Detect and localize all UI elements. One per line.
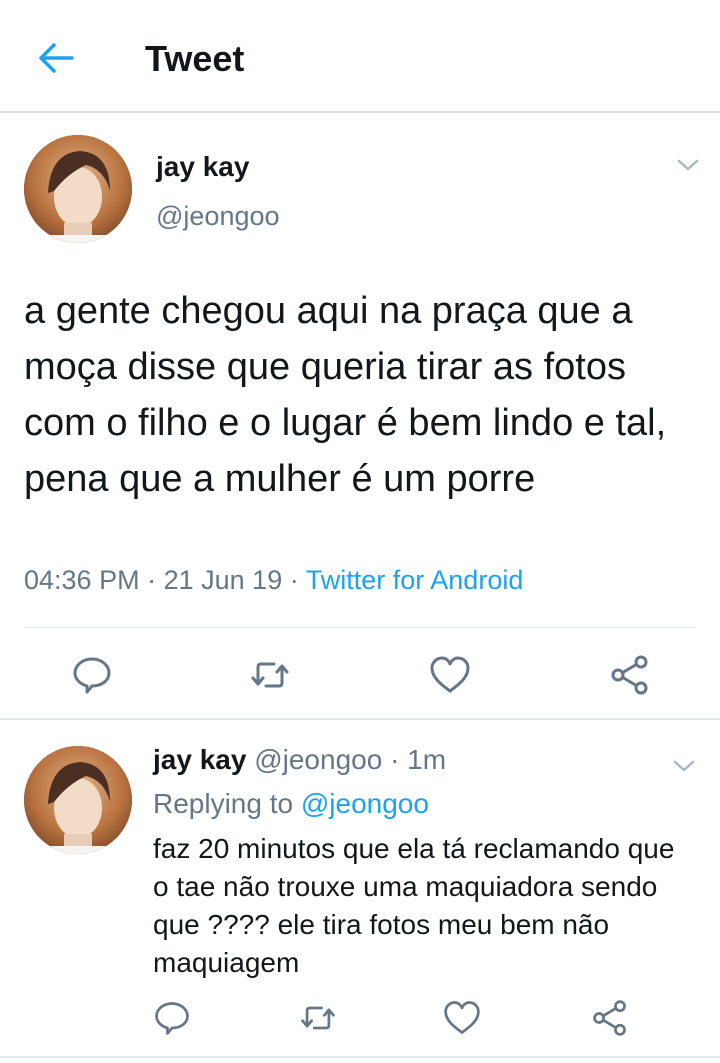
retweet-icon bbox=[301, 1006, 335, 1030]
reply-tweet[interactable]: jay kay @jeongoo · 1m Replying to @jeong… bbox=[0, 722, 720, 1058]
display-name[interactable]: jay kay bbox=[153, 744, 246, 775]
tweet-text: a gente chegou aqui na praça que a moça … bbox=[24, 290, 667, 500]
top-bar: Tweet bbox=[0, 0, 720, 113]
page-title: Tweet bbox=[145, 38, 245, 79]
reply-icon bbox=[73, 657, 111, 694]
retweet-icon bbox=[251, 662, 289, 688]
like-icon bbox=[430, 656, 470, 693]
tweet-time: 04:36 PM bbox=[24, 565, 140, 595]
tweet-source-link[interactable]: Twitter for Android bbox=[306, 565, 524, 595]
retweet-button[interactable] bbox=[298, 998, 338, 1038]
replying-to: Replying to @jeongoo bbox=[153, 788, 429, 820]
tweet-text: faz 20 minutos que ela tá reclamando que… bbox=[153, 833, 675, 978]
meta-separator: · bbox=[289, 565, 299, 595]
mention-link[interactable]: @jeongoo bbox=[301, 788, 429, 819]
display-name[interactable]: jay kay bbox=[156, 151, 249, 183]
tweet-menu-button[interactable] bbox=[672, 758, 696, 774]
back-button[interactable] bbox=[36, 38, 76, 78]
share-icon bbox=[611, 655, 648, 695]
meta-separator: · bbox=[147, 565, 157, 595]
arrow-left-icon bbox=[39, 43, 74, 73]
chevron-down-icon bbox=[673, 760, 695, 772]
divider bbox=[24, 627, 696, 628]
tweet-date: 21 Jun 19 bbox=[163, 565, 283, 595]
avatar[interactable] bbox=[24, 135, 132, 243]
meta-separator: · bbox=[390, 744, 400, 775]
user-handle[interactable]: @jeongoo bbox=[254, 744, 382, 775]
like-button[interactable] bbox=[442, 998, 482, 1038]
user-handle[interactable]: @jeongoo bbox=[156, 201, 280, 232]
replying-prefix: Replying to bbox=[153, 788, 294, 819]
chevron-down-icon bbox=[677, 159, 699, 171]
main-tweet: jay kay @jeongoo a gente chegou aqui na … bbox=[0, 115, 720, 720]
share-button[interactable] bbox=[608, 653, 652, 697]
reply-button[interactable] bbox=[70, 653, 114, 697]
avatar-photo bbox=[24, 135, 132, 243]
reply-header: jay kay @jeongoo · 1m bbox=[153, 744, 446, 776]
avatar-photo bbox=[24, 746, 132, 854]
like-button[interactable] bbox=[428, 653, 472, 697]
share-button[interactable] bbox=[590, 998, 630, 1038]
share-icon bbox=[593, 1000, 626, 1036]
avatar[interactable] bbox=[24, 746, 132, 854]
reply-button[interactable] bbox=[152, 998, 192, 1038]
reply-icon bbox=[155, 1002, 189, 1035]
like-icon bbox=[444, 1001, 480, 1034]
tweet-age: 1m bbox=[407, 744, 447, 775]
retweet-button[interactable] bbox=[248, 653, 292, 697]
tweet-menu-button[interactable] bbox=[676, 157, 700, 173]
tweet-meta: 04:36 PM · 21 Jun 19 · Twitter for Andro… bbox=[24, 565, 523, 596]
